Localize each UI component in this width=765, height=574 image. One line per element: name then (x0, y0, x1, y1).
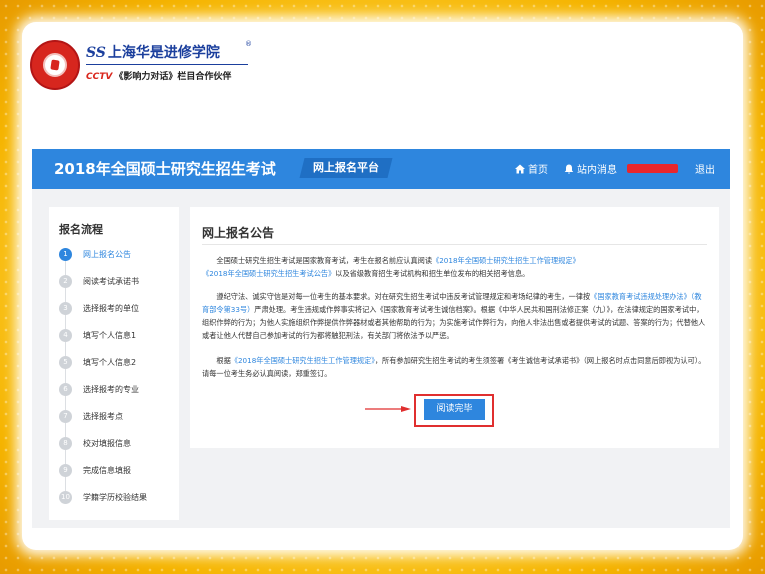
step-connector (65, 423, 66, 437)
step-connector (65, 369, 66, 383)
nav-messages-link[interactable]: 站内消息 (564, 161, 617, 176)
sidebar-title: 报名流程 (59, 223, 103, 236)
school-name-text: 上海华是进修学院 (107, 45, 220, 61)
step-number: 4 (59, 329, 72, 342)
step-item-7[interactable]: 7 选择报考点 (59, 410, 177, 437)
step-label: 选择报考的专业 (83, 385, 139, 394)
step-number: 3 (59, 302, 72, 315)
step-label: 填写个人信息1 (83, 331, 137, 340)
redacted-username (627, 164, 678, 173)
step-number: 8 (59, 437, 72, 450)
partner-suffix: 栏目合作伙伴 (177, 72, 232, 82)
home-icon (515, 164, 525, 174)
paragraph-text: 遵纪守法、诚实守信是对每一位考生的基本要求。对在研究生招生考试中违反考试管理规定… (216, 292, 591, 301)
paragraph-text: 严肃处理。考生违规或作弊事实将记入《国家教育考试考生诚信档案》。根据《中华人民共… (202, 305, 706, 340)
notice-title: 网上报名公告 (202, 226, 275, 240)
paragraph-text: 根据 (216, 356, 231, 365)
platform-tag: 网上报名平台 (299, 158, 393, 178)
step-label: 选择报考点 (83, 412, 123, 421)
exam-announcement-link[interactable]: 《2018年全国硕士研究生招生考试公告》 (202, 269, 335, 278)
step-label: 填写个人信息2 (83, 358, 137, 367)
notice-paragraph-3: 根据《2018年全国硕士研究生招生工作管理规定》，所有参加研究生招生考试的考生须… (202, 354, 707, 380)
step-connector (65, 288, 66, 302)
read-complete-button[interactable]: 阅读完毕 (424, 399, 485, 420)
step-connector (65, 396, 66, 410)
step-item-4[interactable]: 4 填写个人信息1 (59, 329, 177, 356)
notice-paragraph-2: 遵纪守法、诚实守信是对每一位考生的基本要求。对在研究生招生考试中违反考试管理规定… (202, 290, 707, 342)
step-item-5[interactable]: 5 填写个人信息2 (59, 356, 177, 383)
regulation-link[interactable]: 《2018年全国硕士研究生招生工作管理规定》 (432, 256, 580, 265)
step-number: 10 (59, 491, 72, 504)
red-arrow-icon (365, 406, 411, 412)
step-item-2[interactable]: 2 阅读考试承诺书 (59, 275, 177, 302)
nav-home-link[interactable]: 首页 (515, 161, 548, 176)
step-connector (65, 477, 66, 491)
school-mark: SS (86, 45, 106, 61)
step-number: 1 (59, 248, 72, 261)
step-connector (65, 315, 66, 329)
step-number: 6 (59, 383, 72, 396)
nav-logout-link[interactable]: 退出 (695, 161, 715, 176)
seal-center (43, 53, 67, 77)
school-name: SS 上海华是进修学院 (86, 42, 220, 62)
step-label: 阅读考试承诺书 (83, 277, 139, 286)
title-divider (202, 244, 707, 245)
platform-tag-label: 网上报名平台 (313, 161, 379, 174)
step-item-10[interactable]: 10 学籍学历校验结果 (59, 491, 177, 518)
step-label: 完成信息填报 (83, 466, 131, 475)
step-number: 9 (59, 464, 72, 477)
nav-messages-label: 站内消息 (577, 165, 617, 176)
paragraph-text: 全国硕士研究生招生考试是国家教育考试，考生在报名前应认真阅读 (216, 256, 433, 265)
logo-divider (86, 64, 248, 65)
step-item-9[interactable]: 9 完成信息填报 (59, 464, 177, 491)
step-connector (65, 261, 66, 275)
paragraph-text: 以及省级教育招生考试机构和招生单位发布的相关招考信息。 (335, 269, 530, 278)
bell-icon (564, 164, 574, 174)
notice-paragraph-1: 全国硕士研究生招生考试是国家教育考试，考生在报名前应认真阅读《2018年全国硕士… (202, 254, 707, 280)
step-number: 5 (59, 356, 72, 369)
step-item-8[interactable]: 8 校对填报信息 (59, 437, 177, 464)
nav-home-label: 首页 (528, 165, 548, 176)
step-number: 7 (59, 410, 72, 423)
cctv-logo: CCTV (86, 72, 113, 82)
regulation-link-2[interactable]: 《2018年全国硕士研究生招生工作管理规定》 (231, 356, 375, 365)
step-item-6[interactable]: 6 选择报考的专业 (59, 383, 177, 410)
step-label: 学籍学历校验结果 (83, 493, 147, 502)
header-banner: 2018年全国硕士研究生招生考试 网上报名平台 首页 站内消息 退出 (32, 149, 730, 189)
step-item-3[interactable]: 3 选择报考的单位 (59, 302, 177, 329)
page-title: 2018年全国硕士研究生招生考试 (54, 160, 276, 178)
registered-mark: ® (245, 40, 252, 48)
partner-line: CCTV 《影响力对话》栏目合作伙伴 (86, 69, 231, 82)
step-item-1[interactable]: 1 网上报名公告 (59, 248, 177, 275)
step-connector (65, 450, 66, 464)
step-number: 2 (59, 275, 72, 288)
process-sidebar: 报名流程 1 网上报名公告 2 阅读考试承诺书 3 选择报考的单位 4 填写个人… (49, 207, 179, 520)
nav-logout-label: 退出 (695, 165, 715, 176)
step-list: 1 网上报名公告 2 阅读考试承诺书 3 选择报考的单位 4 填写个人信息1 5… (59, 248, 177, 518)
partner-program: 《影响力对话》 (114, 72, 178, 82)
step-connector (65, 342, 66, 356)
step-label: 选择报考的单位 (83, 304, 139, 313)
seal-emblem-icon (30, 40, 80, 90)
step-label: 网上报名公告 (83, 250, 131, 259)
step-label: 校对填报信息 (83, 439, 131, 448)
institution-logo: SS 上海华是进修学院 ® CCTV 《影响力对话》栏目合作伙伴 (30, 40, 260, 100)
